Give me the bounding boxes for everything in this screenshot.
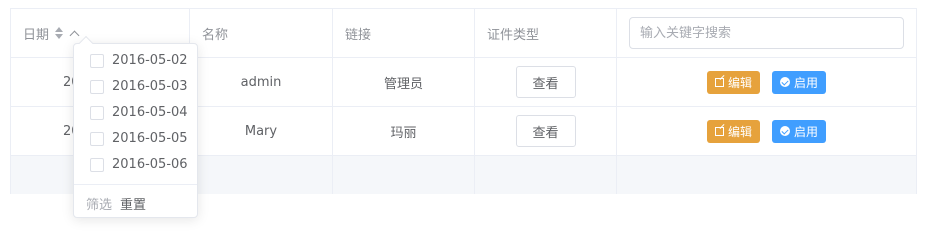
cell-cert-type: 查看 <box>475 107 617 155</box>
header-name-label: 名称 <box>202 27 229 43</box>
checkbox[interactable] <box>90 53 104 68</box>
date-filter-dropdown: 2016-05-02 2016-05-03 2016-05-04 2016-05… <box>73 35 198 218</box>
checkbox[interactable] <box>90 157 104 172</box>
filter-caret-icon[interactable] <box>69 30 80 40</box>
filter-option-label: 2016-05-06 <box>112 157 188 172</box>
cell-link: 管理员 <box>333 58 475 106</box>
checkbox[interactable] <box>90 79 104 94</box>
cell-operations: 编辑 启用 <box>617 58 916 106</box>
check-circle-icon <box>780 126 790 136</box>
footer-cell <box>475 156 617 194</box>
name-value: admin <box>240 74 282 90</box>
checkbox[interactable] <box>90 131 104 146</box>
header-cert-type: 证件类型 <box>475 9 617 57</box>
footer-cell <box>617 156 916 194</box>
date-value: 20 <box>63 74 80 90</box>
link-value: 管理员 <box>383 76 423 92</box>
header-link-label: 链接 <box>345 27 372 43</box>
edit-label: 编辑 <box>727 124 752 139</box>
dropdown-divider <box>74 184 197 185</box>
sort-icon[interactable] <box>55 27 64 39</box>
footer-cell <box>190 156 333 194</box>
view-button[interactable]: 查看 <box>515 115 576 147</box>
cell-link: 玛丽 <box>333 107 475 155</box>
check-circle-icon <box>780 77 790 87</box>
filter-option[interactable]: 2016-05-06 <box>90 157 188 172</box>
header-cert-type-label: 证件类型 <box>487 27 540 43</box>
filter-option[interactable]: 2016-05-04 <box>90 105 188 120</box>
filter-option[interactable]: 2016-05-03 <box>90 79 188 94</box>
header-search-cell <box>617 9 916 57</box>
edit-label: 编辑 <box>727 75 752 90</box>
edit-button[interactable]: 编辑 <box>706 119 760 143</box>
header-date-label: 日期 <box>23 27 50 43</box>
header-name: 名称 <box>190 9 333 57</box>
filter-option[interactable]: 2016-05-02 <box>90 53 188 68</box>
search-input[interactable] <box>629 17 904 49</box>
filter-option-label: 2016-05-05 <box>112 131 188 146</box>
filter-option-label: 2016-05-04 <box>112 105 188 120</box>
header-link: 链接 <box>333 9 475 57</box>
filter-reset-button[interactable]: 重置 <box>120 194 146 213</box>
filter-option[interactable]: 2016-05-05 <box>90 131 188 146</box>
filter-option-label: 2016-05-02 <box>112 53 188 68</box>
cell-operations: 编辑 启用 <box>617 107 916 155</box>
cell-name: Mary <box>190 107 333 155</box>
dropdown-footer: 筛选 重置 <box>86 194 146 213</box>
name-value: Mary <box>244 123 278 139</box>
filter-confirm-button[interactable]: 筛选 <box>86 194 112 213</box>
cell-name: admin <box>190 58 333 106</box>
cell-cert-type: 查看 <box>475 58 617 106</box>
date-value: 20 <box>63 123 80 139</box>
enable-label: 启用 <box>794 75 819 90</box>
enable-label: 启用 <box>794 124 819 139</box>
enable-button[interactable]: 启用 <box>772 70 827 94</box>
link-value: 玛丽 <box>390 125 417 141</box>
edit-icon <box>714 126 724 136</box>
filter-option-label: 2016-05-03 <box>112 79 188 94</box>
checkbox[interactable] <box>90 105 104 120</box>
edit-button[interactable]: 编辑 <box>706 70 760 94</box>
enable-button[interactable]: 启用 <box>772 119 827 143</box>
view-button[interactable]: 查看 <box>515 66 576 98</box>
footer-cell <box>333 156 475 194</box>
edit-icon <box>714 77 724 87</box>
